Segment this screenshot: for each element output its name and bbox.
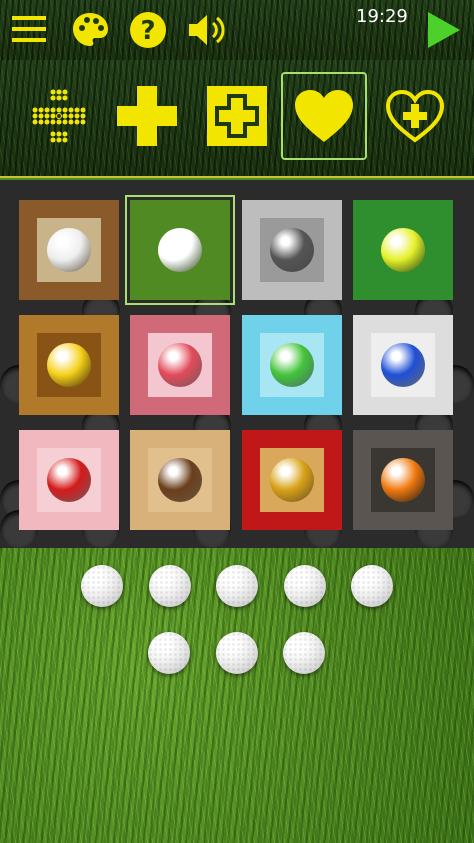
golf-ball-peg[interactable] xyxy=(283,632,325,674)
theme-tile-wood-smiley[interactable] xyxy=(19,315,119,415)
golf-ball-peg[interactable] xyxy=(351,565,393,607)
peg-field xyxy=(0,548,474,843)
dots-pattern-icon[interactable] xyxy=(16,72,102,160)
theme-tile-velvet-gold[interactable] xyxy=(242,430,342,530)
hollow-cross-icon[interactable] xyxy=(194,72,280,160)
theme-tile-sky-green[interactable] xyxy=(242,315,342,415)
theme-ball-linen-blue xyxy=(381,343,425,387)
theme-ball-grass-golf xyxy=(158,228,202,272)
golf-ball-peg[interactable] xyxy=(216,565,258,607)
theme-tile-linen-blue[interactable] xyxy=(353,315,453,415)
theme-tile-metal-chrome[interactable] xyxy=(242,200,342,300)
golf-ball-peg[interactable] xyxy=(283,565,326,607)
board-shape-selector xyxy=(0,60,474,178)
theme-ball-sky-green xyxy=(270,343,314,387)
theme-ball-metal-chrome xyxy=(270,228,314,272)
play-icon[interactable] xyxy=(426,10,462,54)
theme-ball-burlap-pearl xyxy=(47,228,91,272)
heart-shape-icon[interactable] xyxy=(281,72,367,160)
theme-tile-turf-tennis[interactable] xyxy=(353,200,453,300)
theme-tile-grass-golf[interactable] xyxy=(125,195,235,305)
golf-ball-peg[interactable] xyxy=(81,565,123,607)
help-icon[interactable]: ? xyxy=(128,10,168,54)
golf-ball-peg[interactable] xyxy=(215,632,258,674)
section-divider xyxy=(0,176,474,178)
palette-icon[interactable] xyxy=(70,10,110,54)
sound-icon[interactable] xyxy=(186,10,230,54)
theme-ball-pink-glass xyxy=(158,343,202,387)
menu-icon[interactable] xyxy=(12,14,48,48)
theme-tile-pink-glass[interactable] xyxy=(130,315,230,415)
theme-tile-rose-heart[interactable] xyxy=(19,430,119,530)
theme-ball-stone-pumpkin xyxy=(381,458,425,502)
golf-ball-peg[interactable] xyxy=(148,632,190,674)
theme-grid xyxy=(0,180,474,548)
theme-tile-stone-pumpkin[interactable] xyxy=(353,430,453,530)
theme-tile-burlap-pearl[interactable] xyxy=(19,200,119,300)
cross-shape-icon[interactable] xyxy=(104,72,190,160)
theme-ball-wood-smiley xyxy=(47,343,91,387)
heart-cross-icon[interactable] xyxy=(372,72,458,160)
theme-ball-rose-heart xyxy=(47,458,91,502)
status-clock: 19:29 xyxy=(356,6,408,27)
theme-ball-oak-brown xyxy=(158,458,202,502)
theme-ball-velvet-gold xyxy=(270,458,314,502)
top-toolbar: ? 19:29 xyxy=(0,0,474,60)
golf-ball-peg[interactable] xyxy=(148,565,191,607)
theme-tile-oak-brown[interactable] xyxy=(130,430,230,530)
svg-text:?: ? xyxy=(140,16,155,46)
theme-ball-turf-tennis xyxy=(381,228,425,272)
